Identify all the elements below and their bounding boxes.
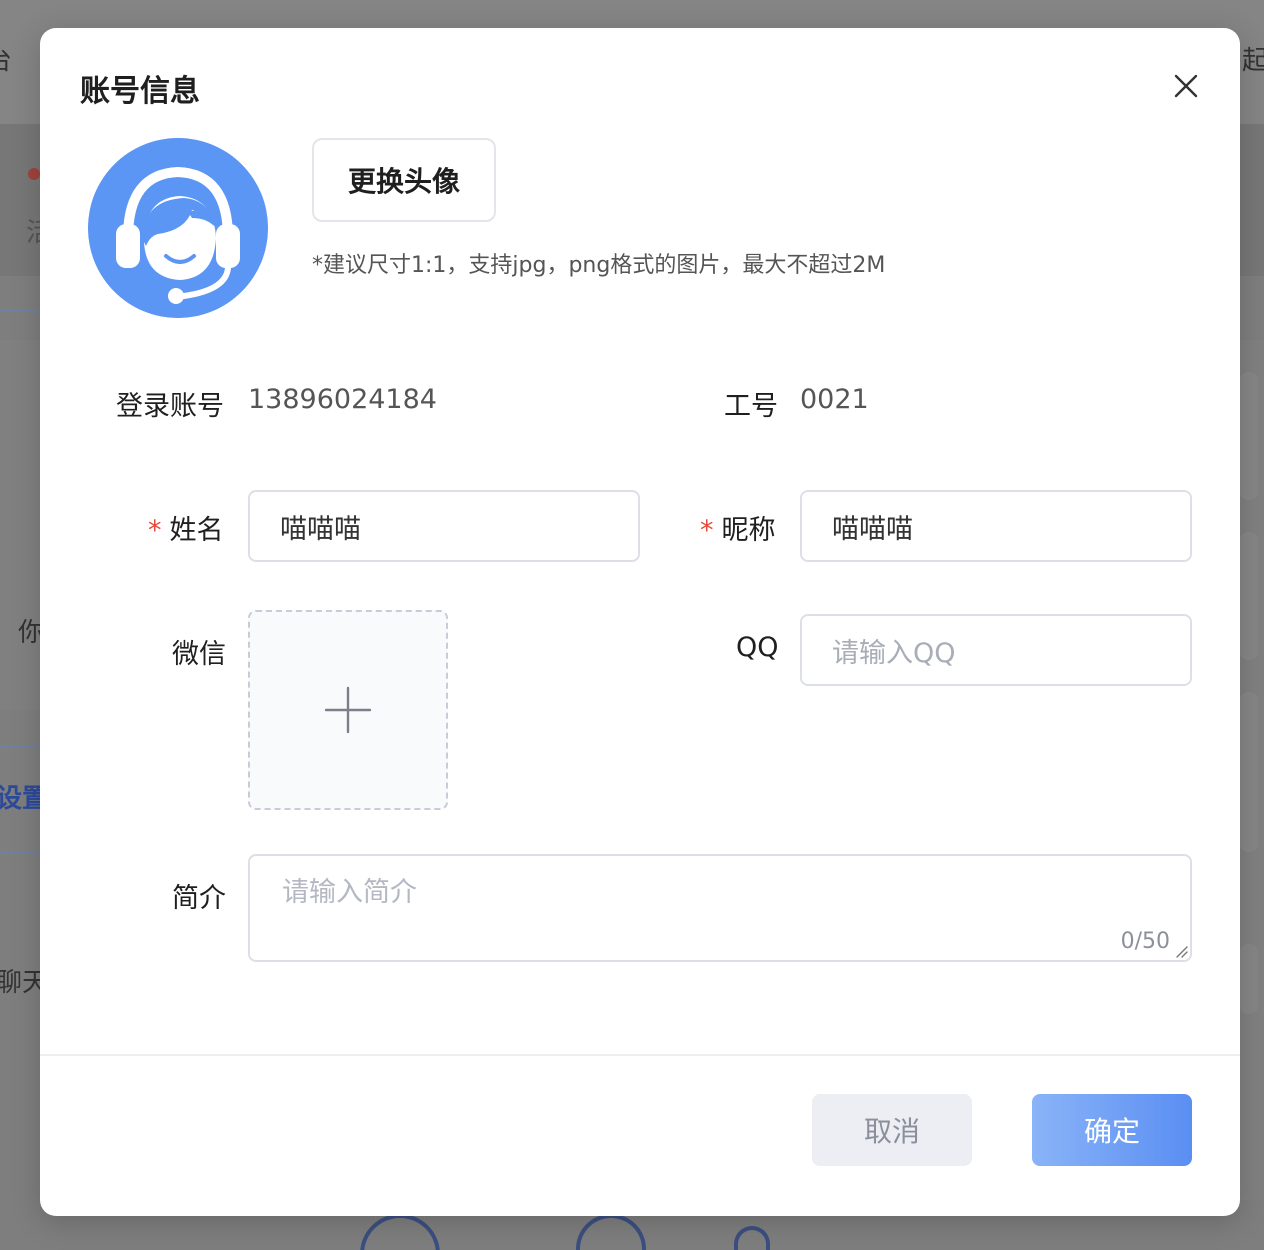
- employee-no-label: 工号: [724, 391, 778, 422]
- nickname-input[interactable]: 喵喵喵: [800, 490, 1192, 562]
- name-label-text: 姓名: [169, 515, 224, 546]
- customer-service-icon: [88, 138, 268, 318]
- name-input[interactable]: 喵喵喵: [248, 490, 640, 562]
- background-separator: [0, 746, 40, 748]
- background-card: [1240, 372, 1258, 500]
- confirm-button[interactable]: 确定: [1032, 1094, 1192, 1166]
- plus-icon: [324, 686, 372, 734]
- background-shape: [576, 1214, 646, 1250]
- intro-textarea[interactable]: 请输入简介 0/50: [248, 854, 1192, 962]
- employee-no-value: 0021: [800, 384, 869, 415]
- resize-handle-icon[interactable]: [1174, 944, 1188, 958]
- wechat-upload[interactable]: [248, 610, 448, 810]
- login-account-label: 登录账号: [116, 391, 224, 422]
- nickname-label-text: 昵称: [721, 515, 776, 546]
- background-separator: [0, 852, 40, 854]
- avatar: [88, 138, 268, 318]
- background-shape: [734, 1226, 770, 1250]
- background-status-dot: [28, 168, 40, 180]
- qq-input[interactable]: 请输入QQ: [800, 614, 1192, 686]
- name-label: * 姓名: [148, 508, 224, 547]
- dialog-title: 账号信息: [80, 74, 200, 109]
- intro-label: 简介: [172, 883, 226, 914]
- avatar-hint: *建议尺寸1:1，支持jpg，png格式的图片，最大不超过2M: [312, 253, 886, 278]
- cancel-button[interactable]: 取消: [812, 1094, 972, 1166]
- background-card: [1240, 532, 1258, 660]
- wechat-label: 微信: [172, 639, 226, 670]
- intro-char-count: 0/50: [1120, 929, 1170, 954]
- qq-label: QQ: [736, 632, 779, 663]
- intro-placeholder: 请输入简介: [282, 877, 417, 908]
- required-mark: *: [148, 515, 162, 546]
- background-separator: [0, 310, 40, 312]
- background-shape: [360, 1214, 440, 1250]
- footer-divider: [40, 1054, 1240, 1056]
- background-panel-left: [0, 340, 40, 710]
- background-text: 起: [1242, 46, 1264, 76]
- required-mark: *: [700, 515, 714, 546]
- close-icon[interactable]: [1172, 72, 1200, 100]
- background-card: [1240, 944, 1258, 1014]
- login-account-value: 13896024184: [248, 384, 437, 415]
- account-info-dialog: 账号信息 更换头像 *建议尺寸1:1，支持jpg，png格式的图片，最大不超过2…: [40, 28, 1240, 1216]
- nickname-label: * 昵称: [700, 508, 776, 547]
- background-card: [1240, 692, 1258, 852]
- change-avatar-button[interactable]: 更换头像: [312, 138, 496, 222]
- background-text: 台: [0, 40, 12, 77]
